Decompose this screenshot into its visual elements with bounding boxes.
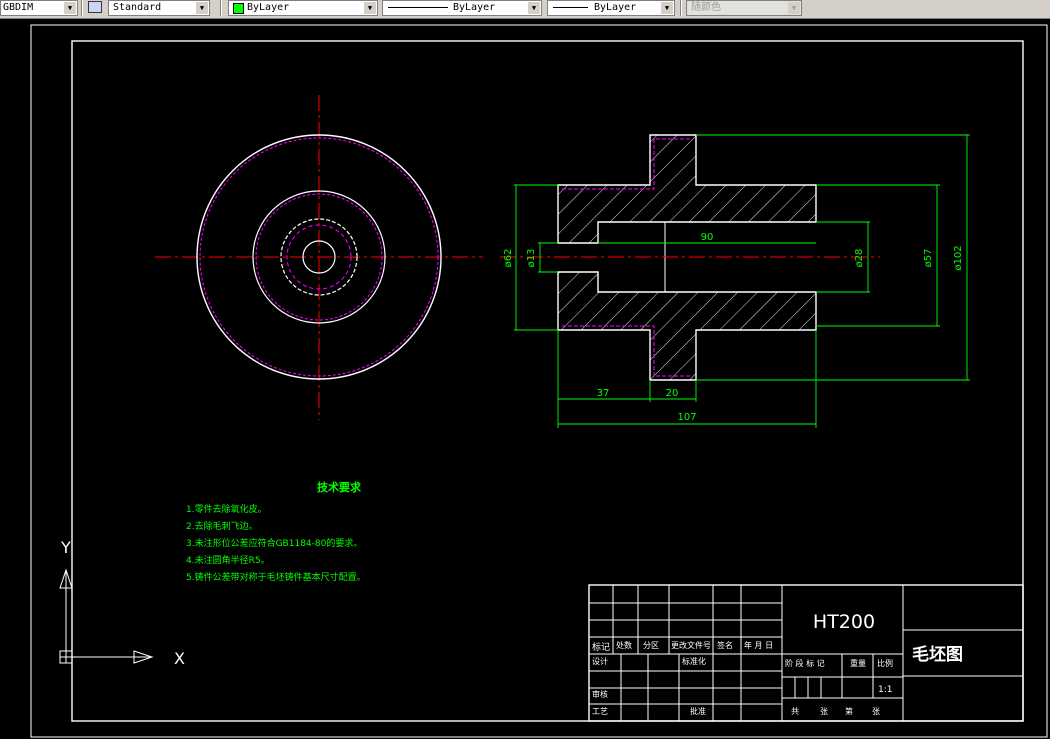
toolbar-separator [680, 0, 682, 16]
tb-approve-label: 批准 [690, 706, 706, 716]
lineweight-dropdown[interactable]: ByLayer ▼ [547, 0, 675, 16]
tb-no-label: 第 [845, 706, 853, 716]
linetype-sample-icon [388, 7, 448, 8]
dim-diameter-57: ø57 [923, 249, 934, 268]
tb-sheet-label: 张 [820, 707, 828, 716]
drawing-canvas[interactable]: ø62 ø13 90 ø28 ø57 ø102 37 20 107 技术要求 1… [0, 19, 1050, 739]
tb-standardize-label: 标准化 [682, 656, 706, 666]
tb-drawing-name: 毛坯图 [912, 644, 963, 665]
tb-zone-label: 分区 [643, 641, 659, 650]
chevron-down-icon: ▼ [788, 2, 800, 14]
dim-diameter-13: ø13 [526, 249, 537, 268]
text-style-dropdown[interactable]: Standard ▼ [108, 0, 210, 16]
chevron-down-icon[interactable]: ▼ [661, 2, 673, 14]
tb-weight-label: 重量 [850, 658, 866, 668]
technical-requirements: 技术要求 1.零件去除氧化皮。 2.去除毛刺飞边。 3.未注形位公差应符合GB1… [186, 480, 366, 583]
tb-ratio-label: 比例 [877, 658, 893, 668]
dim-diameter-28: ø28 [854, 249, 865, 268]
tb-material: HT200 [813, 611, 875, 633]
lineweight-value: ByLayer [594, 2, 637, 13]
plotstyle-dropdown: 随颜色 ▼ [686, 0, 802, 16]
ucs-icon [59, 568, 154, 664]
toolbar-separator [81, 0, 83, 16]
tb-process-label: 工艺 [592, 707, 608, 716]
toolbar-separator [220, 0, 222, 16]
plotstyle-value: 随颜色 [691, 2, 721, 13]
color-dropdown[interactable]: ByLayer ▼ [228, 0, 378, 16]
dim-length-37: 37 [597, 388, 610, 399]
linetype-value: ByLayer [453, 2, 496, 13]
section-upper [557, 134, 817, 244]
ucs-y-label: Y [60, 538, 71, 557]
front-view [155, 95, 483, 420]
chevron-down-icon[interactable]: ▼ [196, 2, 208, 14]
text-style-icon[interactable] [88, 1, 102, 13]
tech-req-item: 1.零件去除氧化皮。 [186, 503, 267, 515]
tb-signature-label: 签名 [717, 640, 733, 650]
tb-review-label: 审核 [592, 689, 608, 699]
tb-sheet2-label: 张 [872, 707, 880, 716]
tech-req-item: 5.铸件公差带对称于毛坯铸件基本尺寸配置。 [186, 571, 366, 583]
color-value: ByLayer [247, 2, 290, 13]
tech-req-item: 2.去除毛刺飞边。 [186, 520, 258, 532]
dim-diameter-62: ø62 [503, 249, 514, 268]
paper-border [30, 24, 1048, 738]
drawing-frame [71, 40, 1024, 722]
properties-toolbar: GBDIM ▼ Standard ▼ ByLayer ▼ ByLayer ▼ B… [0, 0, 1050, 19]
tech-req-item: 3.未注形位公差应符合GB1184-80的要求。 [186, 537, 362, 549]
dimstyle-dropdown[interactable]: GBDIM ▼ [0, 0, 78, 16]
tb-change-doc-label: 更改文件号 [671, 640, 711, 650]
tb-count-label: 处数 [616, 640, 632, 650]
dim-diameter-102: ø102 [953, 245, 964, 270]
tb-sheets-label: 共 [791, 707, 799, 716]
dimstyle-value: GBDIM [3, 2, 34, 13]
ucs-x-label: X [174, 649, 185, 668]
tb-design-label: 设计 [592, 656, 608, 666]
tb-stage-mark-label: 阶 段 标 记 [785, 658, 825, 668]
tech-req-item: 4.未注圆角半径R5。 [186, 554, 270, 566]
color-swatch-icon [233, 3, 244, 14]
tb-scale-value: 1:1 [878, 685, 892, 695]
dim-length-20: 20 [666, 388, 679, 399]
chevron-down-icon[interactable]: ▼ [64, 2, 76, 14]
dim-length-90: 90 [701, 232, 714, 243]
tb-date-label: 年 月 日 [744, 640, 773, 650]
tech-req-title: 技术要求 [317, 480, 362, 494]
linetype-dropdown[interactable]: ByLayer ▼ [382, 0, 542, 16]
dim-length-107: 107 [677, 412, 696, 423]
section-view [500, 134, 880, 381]
chevron-down-icon[interactable]: ▼ [364, 2, 376, 14]
section-lower [557, 271, 817, 381]
text-style-value: Standard [113, 2, 162, 13]
lineweight-sample-icon [553, 7, 588, 8]
chevron-down-icon[interactable]: ▼ [528, 2, 540, 14]
tb-mark-label: 标记 [592, 641, 610, 653]
